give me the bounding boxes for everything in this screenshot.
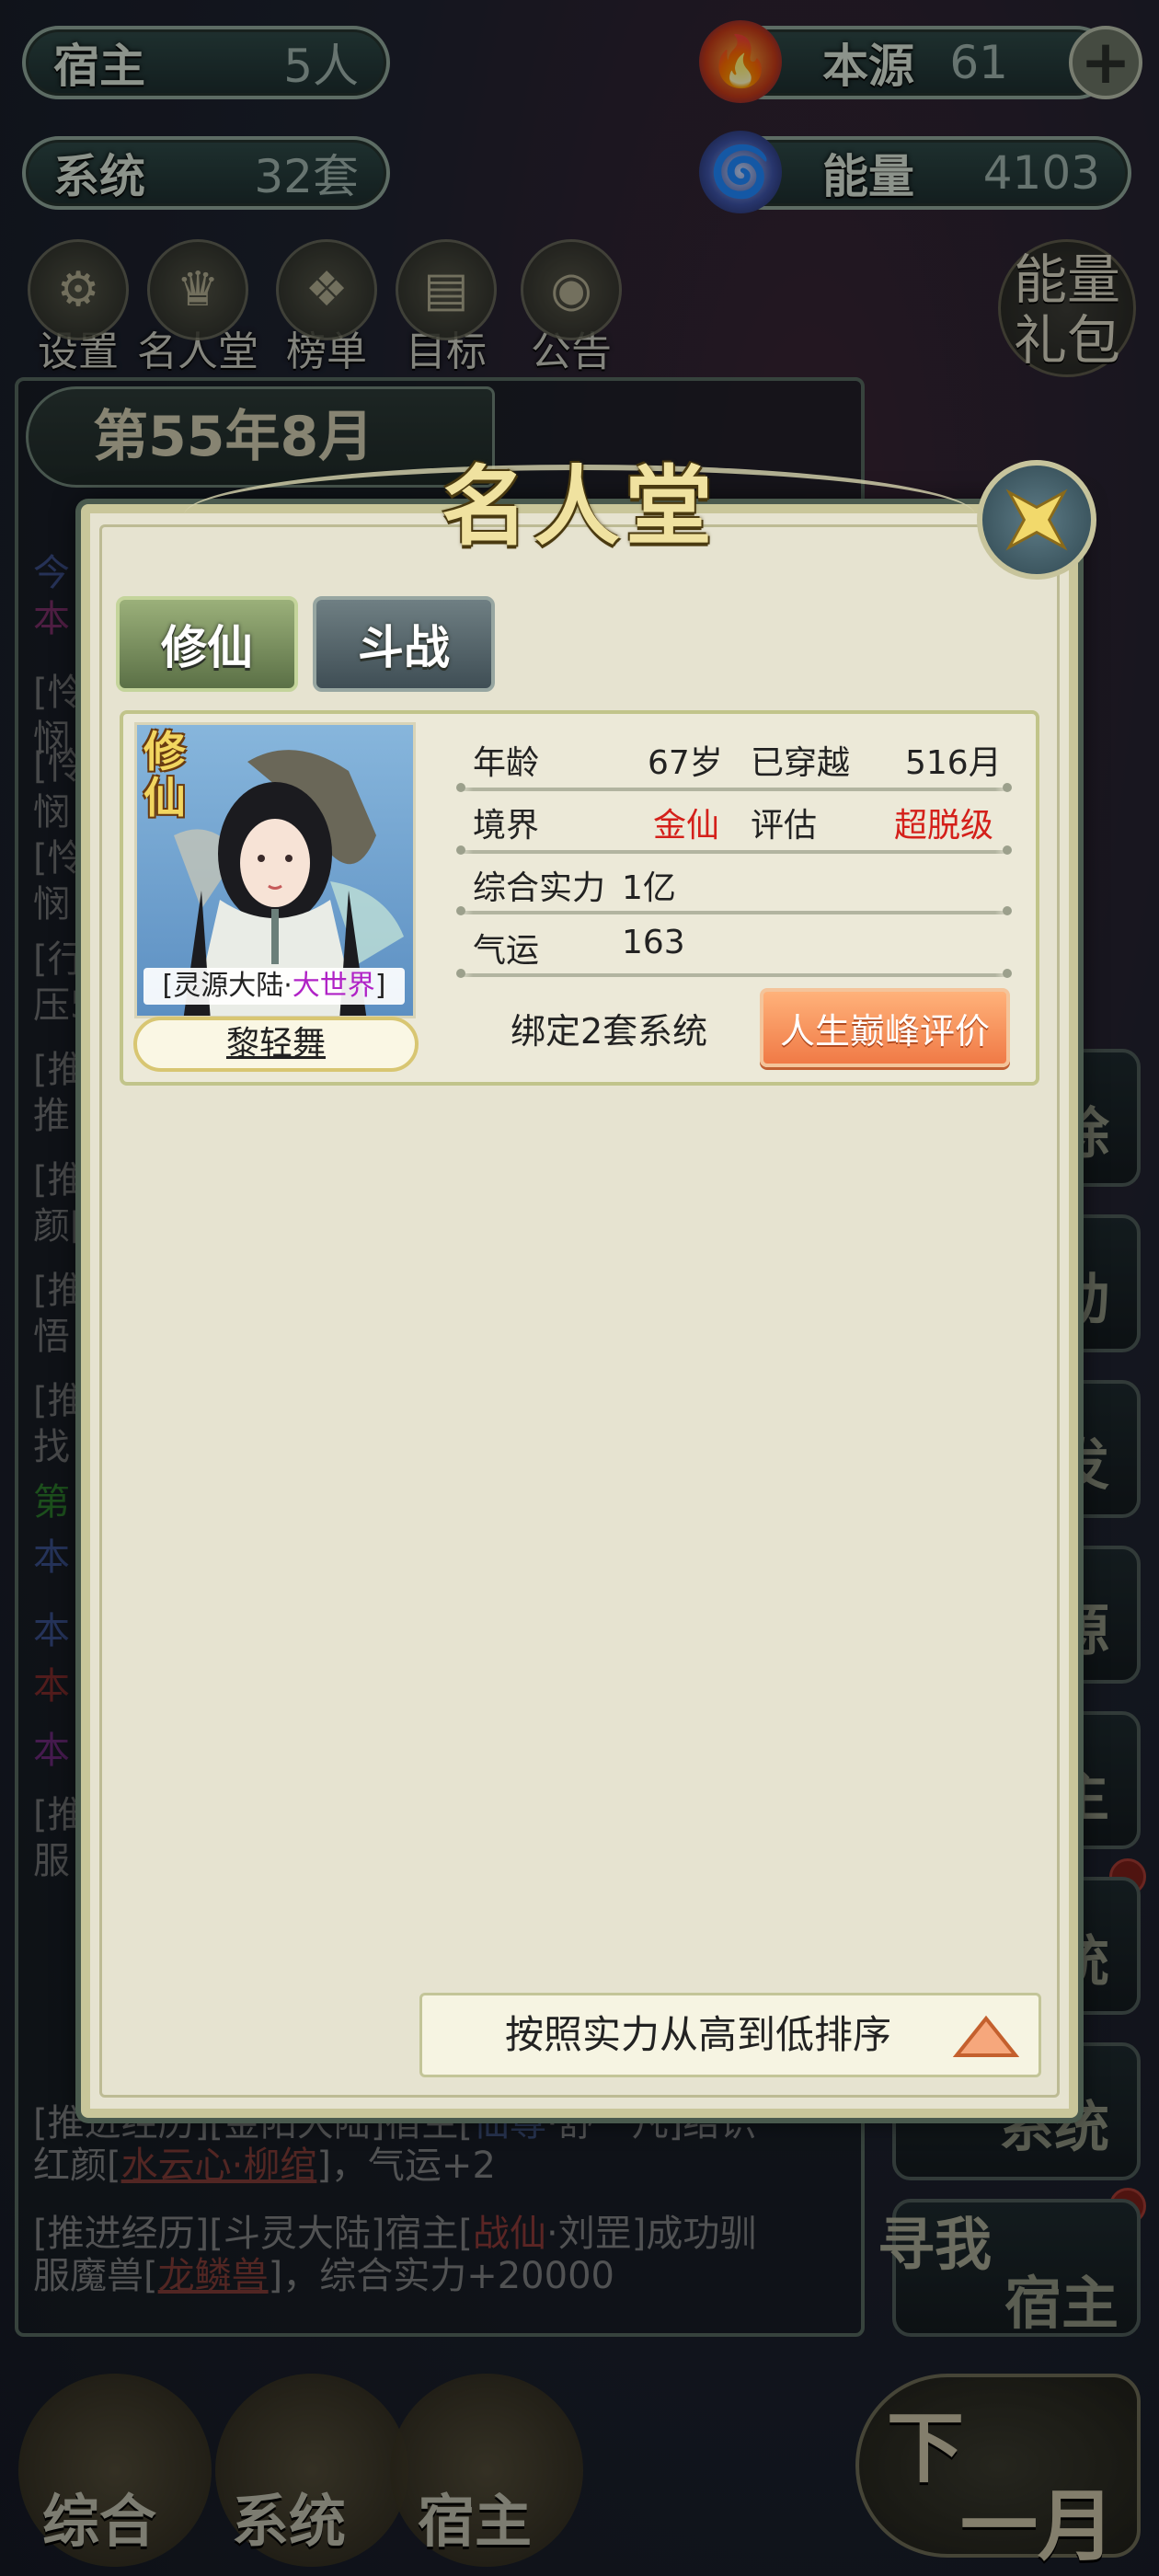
stat-row-age: 年龄 67岁 已穿越 516月	[456, 727, 1008, 789]
close-button[interactable]	[977, 460, 1096, 580]
tab-battle[interactable]: 斗战	[313, 596, 495, 692]
stat-row-luck: 气运 163	[473, 924, 685, 970]
stat-row-power: 综合实力 1亿	[456, 852, 1008, 914]
sort-up-arrow-icon[interactable]	[953, 2015, 1019, 2059]
age-value: 67岁	[648, 744, 723, 782]
power-value: 1亿	[622, 869, 676, 907]
close-icon	[1005, 489, 1068, 551]
world-tag: [灵源大陆·大世界]	[143, 968, 405, 1005]
life-peak-evaluation-button[interactable]: 人生巅峰评价	[760, 988, 1010, 1067]
sort-by-power-button[interactable]: 按照实力从高到低排序	[419, 1993, 1041, 2077]
tab-cultivation[interactable]: 修仙	[116, 596, 298, 692]
stat-row-realm: 境界 金仙 评估 超脱级	[456, 789, 1008, 852]
stat-divider	[456, 969, 1012, 978]
luck-value: 163	[622, 924, 685, 961]
portrait-badge: 修仙	[143, 727, 186, 822]
bound-systems-text: 绑定2套系统	[511, 1011, 708, 1052]
travel-value: 516月	[905, 744, 1002, 782]
realm-value: 金仙	[653, 807, 720, 845]
character-name-button[interactable]: 黎轻舞	[133, 1017, 419, 1072]
eval-value: 超脱级	[894, 807, 994, 845]
